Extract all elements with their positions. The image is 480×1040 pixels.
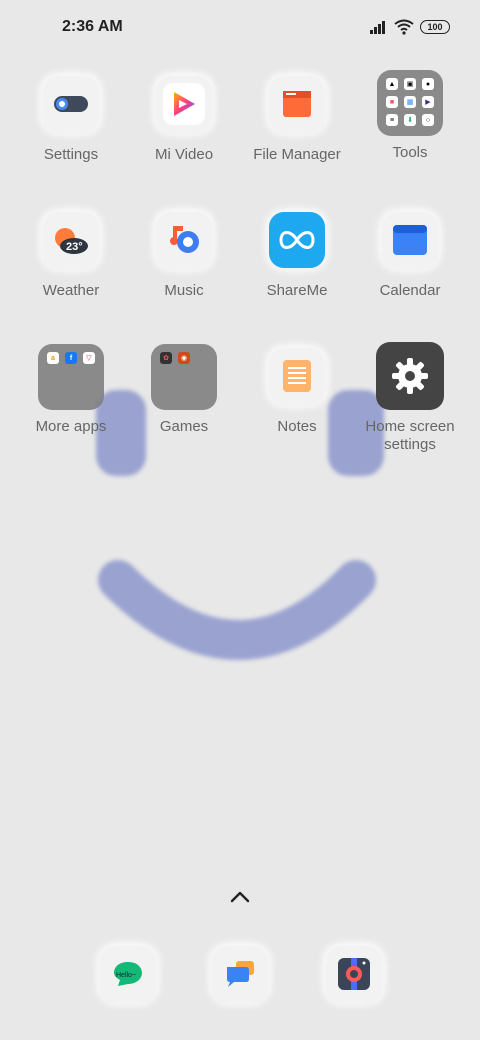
app-music[interactable]: Music [134,212,234,300]
facebook-mini-icon: f [65,352,77,364]
amazon-mini-icon: a [47,352,59,364]
mini-app-icon: ● [422,78,434,90]
app-label: Home screen settings [360,418,460,454]
app-label-line2: settings [384,436,436,453]
gear-icon [392,358,428,394]
camera-icon [338,958,370,990]
folder-icon [283,91,311,117]
dock-app-messages[interactable]: Hello~ [100,946,156,1002]
app-label-line1: Home screen [365,418,455,435]
chat-bubble-text: Hello~ [116,972,136,979]
game-mini-icon: ✿ [160,352,172,364]
tools-folder-tile: ▲ ▣ ● ■ ▦ ▶ ≡ ⬇ ○ [377,70,443,136]
camera-tile [326,946,382,1002]
music-icon [170,226,199,253]
app-calendar[interactable]: Calendar [360,212,460,300]
app-home-screen-settings[interactable]: Home screen settings [360,342,460,454]
app-label: Tools [392,144,428,161]
folder-tools[interactable]: ▲ ▣ ● ■ ▦ ▶ ≡ ⬇ ○ Tools [360,70,460,162]
more-apps-folder-tile: a f ▽ [38,344,104,410]
infinity-icon [279,231,315,249]
app-label: Settings [43,146,99,163]
mini-app-icon: ○ [422,114,434,126]
chevron-up-icon[interactable] [230,890,250,904]
mi-video-tile [156,76,212,132]
app-label: ShareMe [266,282,328,299]
music-tile [156,212,212,268]
notes-tile [269,348,325,404]
app-weather[interactable]: 23° Weather [21,212,121,300]
dock-app-camera[interactable] [326,946,382,1002]
status-icons: 100 [370,19,450,35]
app-label: Games [159,418,209,435]
signal-icon [370,21,385,34]
app-settings[interactable]: Settings [21,76,121,164]
mi-video-icon-bg [163,83,205,125]
app-label: Mi Video [154,146,214,163]
app-label: Calendar [379,282,441,299]
mini-app-icon: ▲ [386,78,398,90]
app-label: File Manager [253,146,341,163]
settings-toggle-icon [54,96,88,112]
game-mini-icon: ◉ [178,352,190,364]
app-label: Notes [277,418,317,435]
app-shareme[interactable]: ShareMe [247,212,347,300]
messages-tile: Hello~ [100,946,156,1002]
app-label: Music [164,282,204,299]
chat-bubble-icon: Hello~ [114,962,142,986]
weather-temp: 23° [66,241,83,253]
games-folder-tile: ✿ ◉ [151,344,217,410]
play-icon [174,92,195,116]
weather-tile: 23° [43,212,99,268]
status-time: 2:36 AM [62,18,123,35]
mini-app-icon: ▶ [422,96,434,108]
battery-icon: 100 [420,20,450,34]
mini-app-icon: ⬇ [404,114,416,126]
wallpaper-smile [98,560,376,660]
shareme-tile [269,212,325,268]
chat-tile [212,946,268,1002]
app-mini-icon: ▽ [83,352,95,364]
dock-app-chat[interactable] [212,946,268,1002]
status-bar: 2:36 AM 100 [0,0,480,56]
mini-app-icon: ≡ [386,114,398,126]
app-notes[interactable]: Notes [247,348,347,436]
app-label: More apps [35,418,107,435]
settings-tile [43,76,99,132]
mini-app-icon: ■ [386,96,398,108]
folder-more-apps[interactable]: a f ▽ More apps [21,344,121,436]
notes-icon [283,360,311,392]
app-label: Weather [42,282,100,299]
mini-app-icon: ▣ [404,78,416,90]
speech-bubbles-icon [227,961,254,987]
home-settings-tile [376,342,444,410]
wifi-icon [394,19,414,35]
folder-games[interactable]: ✿ ◉ Games [134,344,234,436]
calendar-icon [393,225,427,255]
app-mi-video[interactable]: Mi Video [134,76,234,164]
calendar-tile [382,212,438,268]
file-manager-tile [269,76,325,132]
app-file-manager[interactable]: File Manager [247,76,347,164]
mini-app-icon: ▦ [404,96,416,108]
weather-icon: 23° [55,228,88,254]
